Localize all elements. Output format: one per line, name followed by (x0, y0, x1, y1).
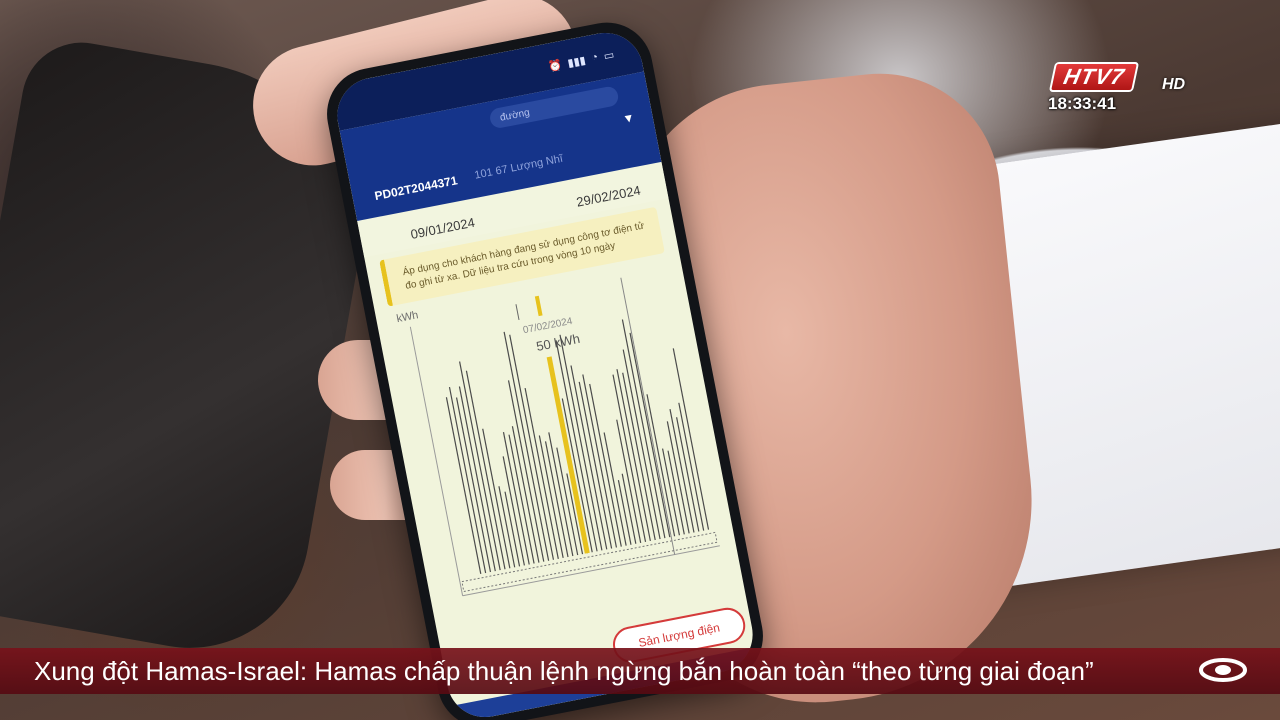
account-id: PD02T2044371 (373, 173, 459, 204)
marker-tick-right (620, 277, 676, 555)
channel-logo: HTV7 HD (1046, 58, 1196, 98)
usage-bar (502, 431, 530, 565)
usage-bar (445, 397, 482, 575)
usage-bar (544, 441, 569, 558)
usage-bar (616, 419, 642, 543)
usage-bar (458, 386, 496, 572)
chevron-down-icon[interactable]: ▼ (621, 110, 635, 126)
htv-ring-logo-icon (1196, 656, 1250, 684)
usage-bar (616, 369, 651, 542)
usage-bar (622, 349, 661, 540)
usage-bar (612, 374, 647, 543)
usage-bar (589, 383, 622, 547)
channel-hd-text: HD (1162, 76, 1186, 93)
usage-bar (669, 408, 695, 533)
usage-bar (617, 479, 632, 545)
news-ticker: Xung đột Hamas-Israel: Hamas chấp thuận … (0, 648, 1280, 694)
y-axis (409, 326, 464, 596)
usage-bar (524, 387, 559, 559)
usage-bar (622, 372, 656, 541)
usage-bar (667, 450, 685, 535)
usage-bar (555, 340, 598, 552)
usage-bar (582, 374, 618, 548)
usage-bar (511, 426, 540, 563)
account-subtitle: 101 67 Lượng Nhĩ (473, 152, 564, 182)
wifi-icon: ◔ (590, 51, 600, 65)
ring-logo-svg (1199, 658, 1247, 682)
usage-bar (465, 370, 506, 570)
usage-bar (448, 386, 487, 574)
usage-bar (508, 434, 535, 564)
usage-chart: kWh 07/02/2024 50 kWh (390, 261, 724, 609)
alarm-icon: ⏰ (547, 58, 563, 74)
usage-bar (678, 402, 705, 531)
usage-bar (455, 397, 492, 573)
usage-bar (459, 361, 501, 571)
channel-logo-text: HTV7 (1048, 62, 1140, 92)
x-axis (462, 545, 720, 597)
broadcast-clock: 18:33:41 (1048, 94, 1117, 113)
bars-svg (409, 277, 720, 597)
usage-bar (538, 435, 564, 559)
usage-bar (578, 381, 613, 549)
marker-top (534, 295, 543, 317)
ticker-headline: Xung đột Hamas-Israel: Hamas chấp thuận … (34, 655, 1094, 686)
battery-icon: ▭ (602, 48, 616, 63)
date-from[interactable]: 09/01/2024 (409, 215, 476, 242)
date-to[interactable]: 29/02/2024 (575, 183, 642, 210)
usage-bar (661, 448, 681, 536)
usage-bar (629, 332, 671, 538)
marker-tick-left (515, 304, 520, 321)
signal-icon: ▮▮▮ (566, 54, 587, 70)
bar-group (445, 319, 710, 575)
